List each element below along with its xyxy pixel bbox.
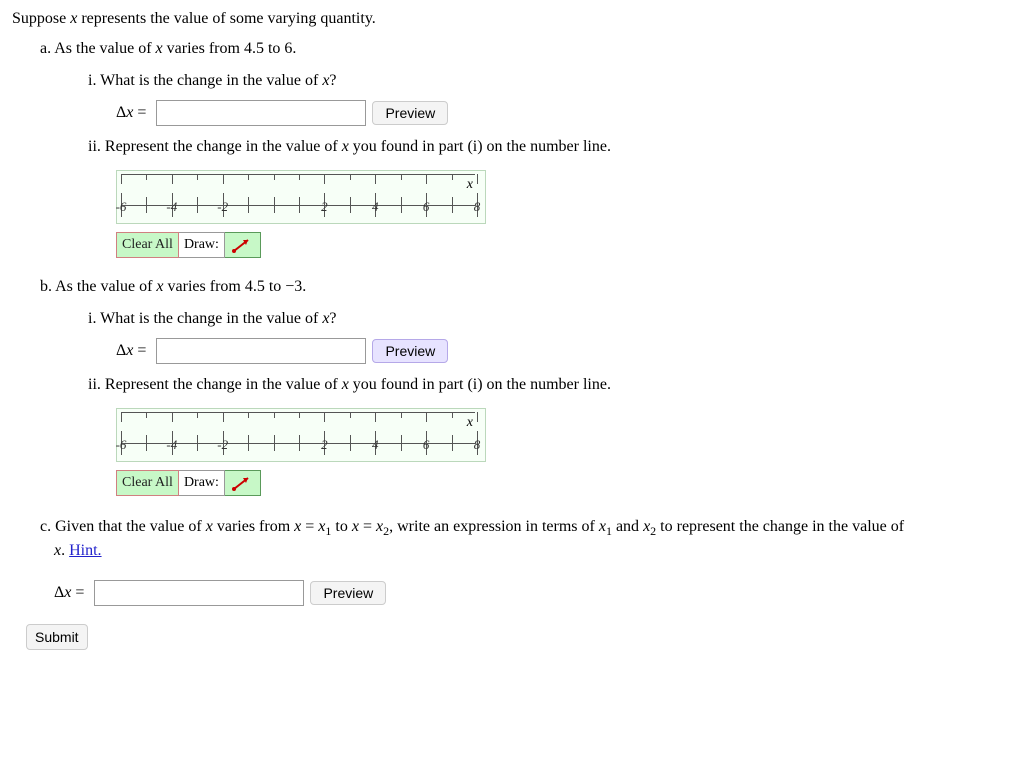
delta-x-label-b: Δx = xyxy=(116,342,146,360)
part-a: a. As the value of x varies from 4.5 to … xyxy=(40,40,1012,258)
delta-x-label-c: Δx = xyxy=(54,582,84,604)
part-c: c. Given that the value of x varies from… xyxy=(40,516,1000,606)
arrow-icon xyxy=(231,236,253,254)
submit-button[interactable]: Submit xyxy=(26,624,88,650)
delta-x-label-a: Δx = xyxy=(116,104,146,122)
numberline-a[interactable]: x -6-4-22468 xyxy=(116,170,486,224)
problem-intro: Suppose x represents the value of some v… xyxy=(12,10,1012,28)
preview-button-a[interactable]: Preview xyxy=(372,101,448,125)
clear-all-button-a[interactable]: Clear All xyxy=(116,232,179,258)
answer-input-a-i[interactable] xyxy=(156,100,366,126)
part-a-ii: ii. Represent the change in the value of… xyxy=(88,138,611,155)
hint-link[interactable]: Hint. xyxy=(69,542,101,559)
part-b-label: b. xyxy=(40,278,52,295)
part-b-ii: ii. Represent the change in the value of… xyxy=(88,376,611,393)
clear-all-button-b[interactable]: Clear All xyxy=(116,470,179,496)
axis-label-b: x xyxy=(467,415,473,431)
draw-arrow-tool-a[interactable] xyxy=(225,232,261,258)
arrow-icon xyxy=(231,474,253,492)
numberline-b[interactable]: x -6-4-22468 xyxy=(116,408,486,462)
part-b: b. As the value of x varies from 4.5 to … xyxy=(40,278,1012,496)
preview-button-c[interactable]: Preview xyxy=(310,581,386,605)
answer-input-c[interactable] xyxy=(94,580,304,606)
part-b-i: i. What is the change in the value of x? xyxy=(88,310,337,327)
axis-label-a: x xyxy=(467,177,473,193)
draw-label-b: Draw: xyxy=(179,470,225,496)
draw-arrow-tool-b[interactable] xyxy=(225,470,261,496)
answer-input-b-i[interactable] xyxy=(156,338,366,364)
part-a-i: i. What is the change in the value of x? xyxy=(88,72,337,89)
part-a-label: a. xyxy=(40,40,51,57)
draw-label-a: Draw: xyxy=(179,232,225,258)
preview-button-b[interactable]: Preview xyxy=(372,339,448,363)
